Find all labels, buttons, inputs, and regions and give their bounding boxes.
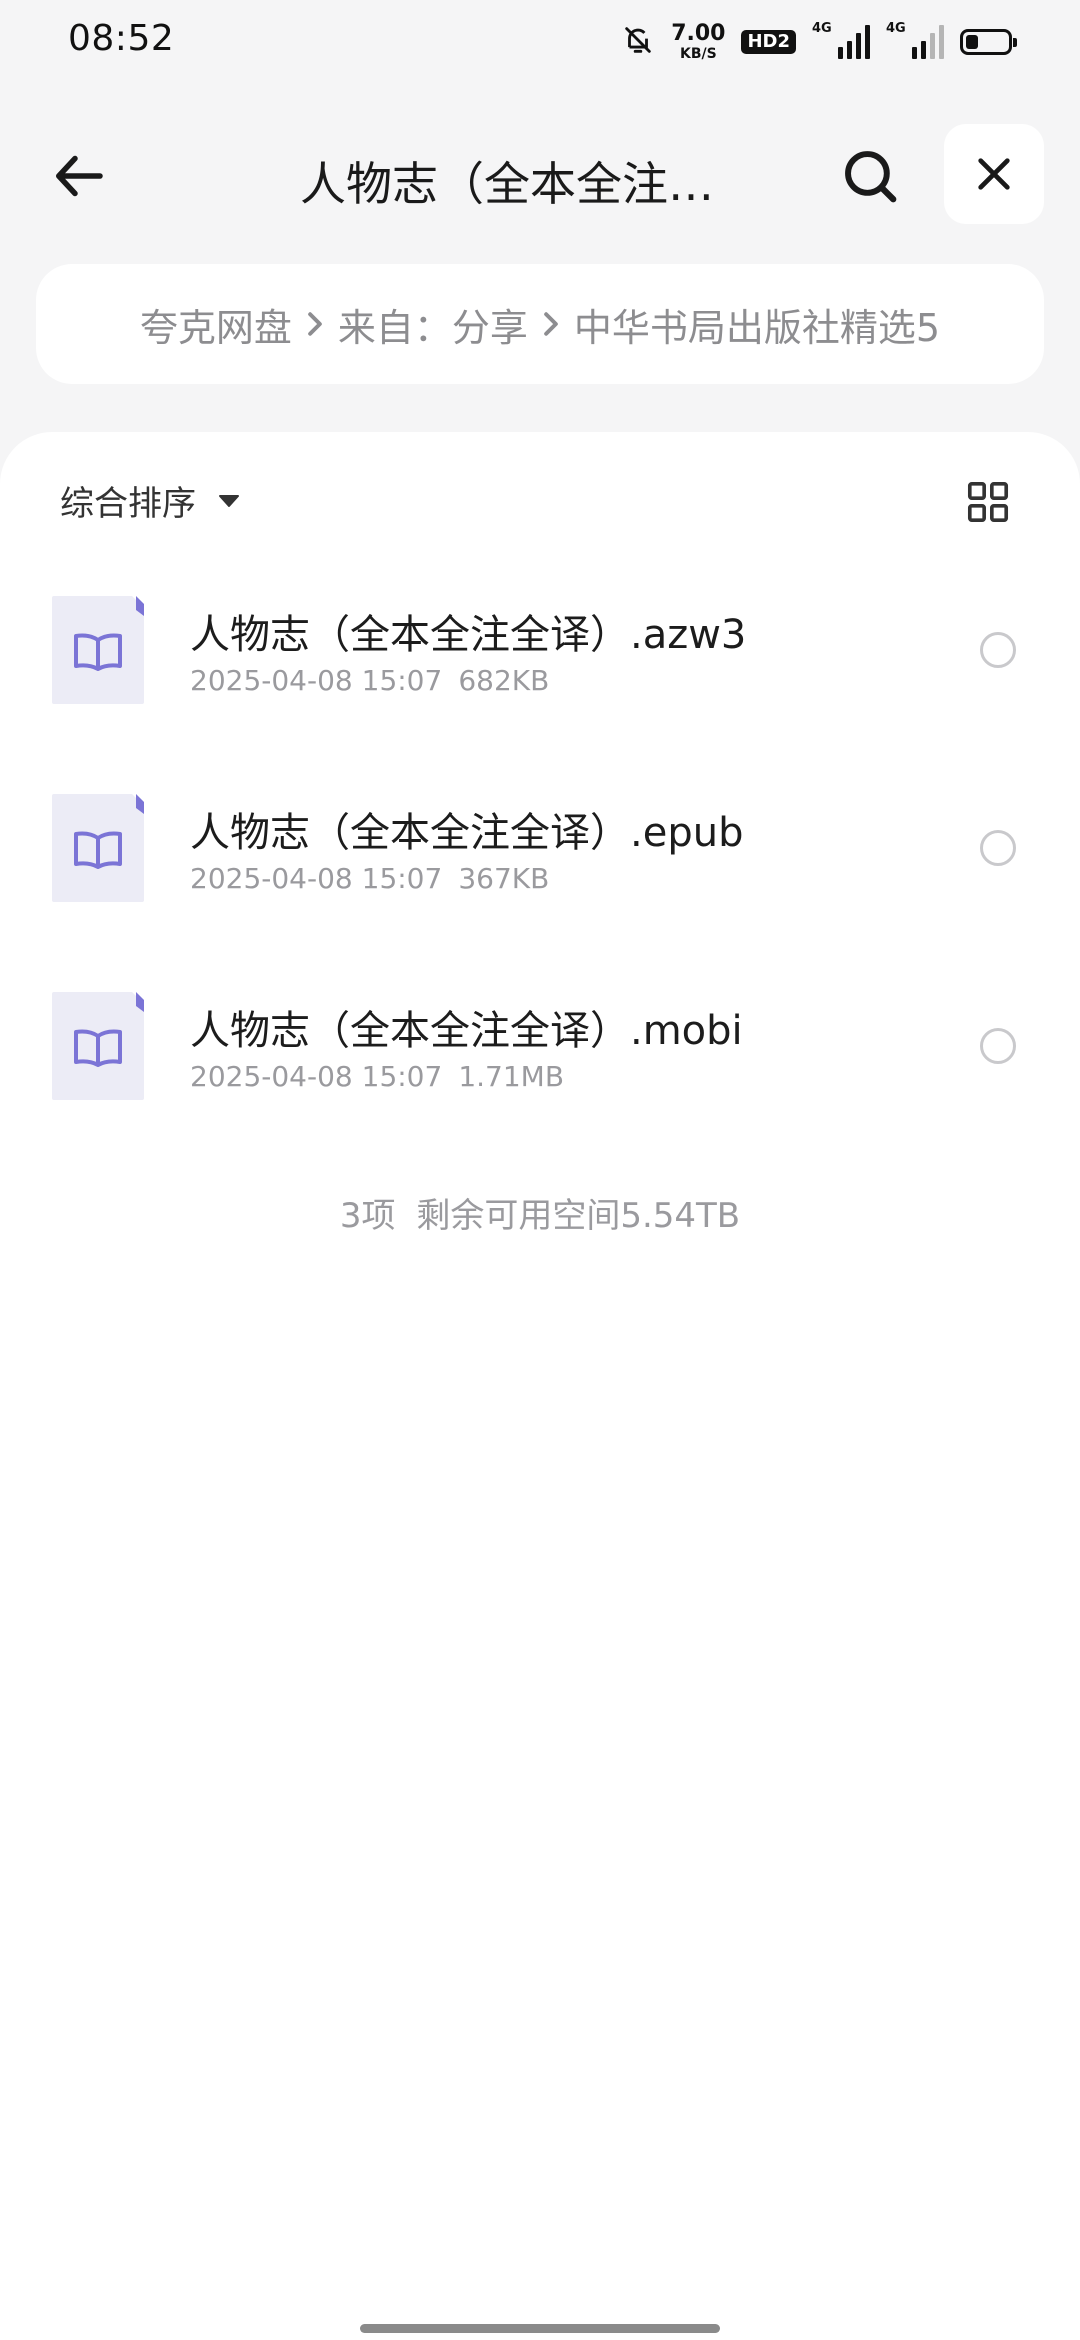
back-button[interactable] — [44, 140, 116, 212]
status-time: 08:52 — [68, 18, 175, 59]
file-item[interactable]: 人物志（全本全注全译）.mobi 2025-04-08 15:07 1.71MB — [0, 978, 1080, 1176]
select-radio[interactable] — [980, 830, 1016, 866]
item-count: 3项 — [339, 1196, 396, 1236]
top-bar: 人物志（全本全注… — [0, 120, 1080, 230]
file-date: 2025-04-08 15:07 — [190, 862, 443, 895]
file-meta: 2025-04-08 15:07 1.71MB — [190, 1060, 564, 1093]
grid-view-button[interactable] — [960, 474, 1016, 530]
hd-badge: HD2 — [741, 30, 796, 54]
home-indicator[interactable] — [360, 2324, 720, 2333]
network-speed-unit: KB/S — [679, 46, 717, 62]
select-radio[interactable] — [980, 632, 1016, 668]
file-name: 人物志（全本全注全译）.mobi — [190, 1008, 743, 1054]
grid-view-icon — [967, 481, 1009, 523]
file-item[interactable]: 人物志（全本全注全译）.epub 2025-04-08 15:07 367KB — [0, 780, 1080, 978]
search-icon — [845, 151, 897, 203]
bell-off-icon — [621, 23, 655, 61]
file-size: 682KB — [458, 664, 550, 697]
storage-summary: 3项 剩余可用空间5.54TB — [0, 1188, 1080, 1237]
free-space: 剩余可用空间5.54TB — [416, 1196, 741, 1236]
caret-down-icon — [219, 494, 239, 507]
signal-icon: 4G — [812, 21, 870, 59]
network-speed-value: 7.00 — [671, 21, 726, 46]
breadcrumb: 夸克网盘 来自：分享 中华书局出版社精选5 — [36, 264, 1044, 384]
breadcrumb-item-share[interactable]: 来自：分享 — [338, 297, 528, 352]
file-meta: 2025-04-08 15:07 682KB — [190, 664, 549, 697]
sim1-label: 4G — [812, 21, 832, 36]
chevron-right-icon — [542, 311, 560, 337]
file-name: 人物志（全本全注全译）.epub — [190, 810, 744, 856]
breadcrumb-item-root[interactable]: 夸克网盘 — [140, 297, 292, 352]
file-meta: 2025-04-08 15:07 367KB — [190, 862, 549, 895]
arrow-left-icon — [56, 155, 103, 197]
file-size: 1.71MB — [458, 1060, 565, 1093]
breadcrumb-item-folder[interactable]: 中华书局出版社精选5 — [574, 297, 940, 352]
file-list: 人物志（全本全注全译）.azw3 2025-04-08 15:07 682KB … — [0, 582, 1080, 1176]
ebook-icon — [52, 992, 144, 1100]
sort-label: 综合排序 — [60, 484, 196, 524]
status-bar: 08:52 7.00 KB/S HD2 4G 4G — [0, 0, 1080, 84]
signal-icon-secondary: 4G — [886, 21, 944, 59]
page-title: 人物志（全本全注… — [300, 157, 714, 211]
battery-icon — [960, 29, 1017, 55]
sort-button[interactable]: 综合排序 — [60, 476, 240, 525]
file-item[interactable]: 人物志（全本全注全译）.azw3 2025-04-08 15:07 682KB — [0, 582, 1080, 780]
file-list-panel: 综合排序 人物志（全本全注全译）.azw3 2025-04-08 15:07 6… — [0, 432, 1080, 2340]
close-button[interactable] — [944, 124, 1044, 224]
chevron-right-icon — [306, 311, 324, 337]
close-icon — [978, 158, 1010, 190]
ebook-icon — [52, 794, 144, 902]
file-name: 人物志（全本全注全译）.azw3 — [190, 612, 747, 658]
status-icons: 7.00 KB/S HD2 4G 4G — [621, 18, 1017, 66]
file-date: 2025-04-08 15:07 — [190, 664, 443, 697]
file-size: 367KB — [458, 862, 550, 895]
file-date: 2025-04-08 15:07 — [190, 1060, 443, 1093]
ebook-icon — [52, 596, 144, 704]
network-speed: 7.00 KB/S — [671, 21, 726, 62]
select-radio[interactable] — [980, 1028, 1016, 1064]
sim2-label: 4G — [886, 21, 906, 36]
search-button[interactable] — [834, 140, 906, 212]
